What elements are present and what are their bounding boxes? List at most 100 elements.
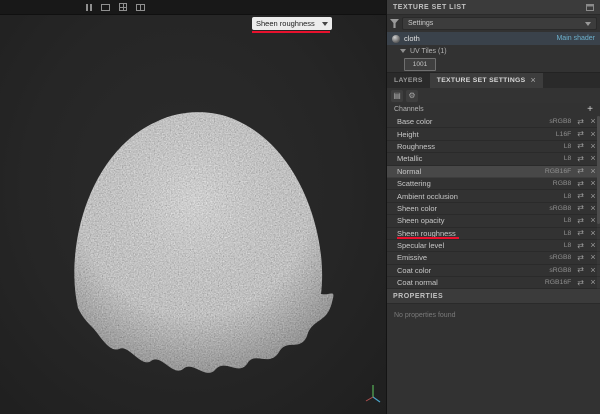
uv-tile-row: 1001 bbox=[387, 57, 600, 72]
channel-convert-icon[interactable]: ⇄ bbox=[577, 118, 584, 126]
cloth-mesh[interactable] bbox=[0, 0, 386, 414]
panel-menu-icon[interactable] bbox=[586, 4, 594, 11]
channel-remove-icon[interactable]: × bbox=[589, 266, 597, 275]
channel-row-sheen-color[interactable]: Sheen colorsRGB8 ⇄ × bbox=[387, 203, 600, 215]
channel-name: Sheen roughness bbox=[397, 229, 543, 238]
channel-row-emissive[interactable]: EmissivesRGB8⇄× bbox=[387, 252, 600, 264]
channel-format-dropdown[interactable]: L8 bbox=[543, 193, 571, 200]
channel-format-dropdown[interactable]: RGB16F bbox=[543, 168, 571, 175]
texture-set-list-title: TEXTURE SET LIST bbox=[393, 4, 466, 11]
channel-name: Height bbox=[397, 130, 543, 139]
channel-row-sheen-opacity[interactable]: Sheen opacityL8⇄× bbox=[387, 215, 600, 227]
channel-convert-icon[interactable]: ⇄ bbox=[577, 142, 584, 150]
channel-convert-icon[interactable]: ⇄ bbox=[577, 180, 584, 188]
channel-format-dropdown[interactable]: L8 bbox=[543, 217, 571, 224]
channel-row-coat-normal[interactable]: Coat normalRGB16F⇄× bbox=[387, 277, 600, 289]
channel-remove-icon[interactable]: × bbox=[589, 278, 597, 287]
channel-convert-icon[interactable]: ⇄ bbox=[577, 217, 584, 225]
channel-remove-icon[interactable]: × bbox=[589, 253, 597, 262]
uv-tile-1001[interactable]: 1001 bbox=[404, 58, 436, 71]
channel-format-dropdown[interactable]: L8 bbox=[543, 242, 571, 249]
channel-remove-icon[interactable]: × bbox=[589, 117, 597, 126]
settings-dropdown-value: Settings bbox=[408, 20, 433, 27]
frame-icon[interactable] bbox=[101, 4, 110, 11]
channel-remove-icon[interactable]: × bbox=[589, 229, 597, 238]
channel-remove-icon[interactable]: × bbox=[589, 130, 597, 139]
channel-remove-icon[interactable]: × bbox=[589, 204, 597, 213]
filter-icon[interactable] bbox=[390, 19, 399, 28]
layers-stack-icon[interactable]: ▤ bbox=[391, 90, 403, 102]
channel-convert-icon[interactable]: ⇄ bbox=[577, 279, 584, 287]
tab-label: TEXTURE SET SETTINGS bbox=[437, 77, 526, 84]
channel-format-dropdown[interactable]: RGB8 bbox=[543, 180, 571, 187]
right-panel: TEXTURE SET LIST Settings cloth Main sha… bbox=[386, 0, 600, 414]
shader-icon[interactable]: ⚙ bbox=[406, 90, 418, 102]
channel-convert-icon[interactable]: ⇄ bbox=[577, 229, 584, 237]
channel-name: Sheen color bbox=[397, 204, 543, 213]
channel-format-dropdown[interactable]: RGB16F bbox=[543, 279, 571, 286]
channel-row-scattering[interactable]: ScatteringRGB8⇄× bbox=[387, 178, 600, 190]
channel-convert-icon[interactable]: ⇄ bbox=[577, 242, 584, 250]
channel-format-dropdown[interactable]: L8 bbox=[543, 230, 571, 237]
channel-row-base-color[interactable]: Base colorsRGB8 ⇄ × bbox=[387, 116, 600, 128]
properties-title: PROPERTIES bbox=[393, 293, 443, 300]
add-channel-button[interactable]: + bbox=[587, 105, 593, 115]
channel-format-dropdown[interactable]: L8 bbox=[543, 143, 571, 150]
channel-remove-icon[interactable]: × bbox=[589, 167, 597, 176]
channel-row-height[interactable]: HeightL16F ⇄ × bbox=[387, 128, 600, 140]
pause-icon[interactable] bbox=[86, 4, 92, 11]
grid-icon[interactable] bbox=[119, 3, 127, 11]
channel-format-dropdown[interactable]: sRGB8 bbox=[543, 254, 571, 261]
channel-convert-icon[interactable]: ⇄ bbox=[577, 192, 584, 200]
channel-remove-icon[interactable]: × bbox=[589, 142, 597, 151]
channel-remove-icon[interactable]: × bbox=[589, 154, 597, 163]
axis-gizmo bbox=[362, 382, 384, 406]
channel-name: Specular level bbox=[397, 241, 543, 250]
close-icon[interactable]: × bbox=[530, 76, 536, 85]
channel-row-metallic[interactable]: MetallicL8 ⇄ × bbox=[387, 153, 600, 165]
channel-row-specular-level[interactable]: Specular levelL8 ⇄ × bbox=[387, 240, 600, 252]
channel-format-dropdown[interactable]: sRGB8 bbox=[543, 267, 571, 274]
channel-name: Normal bbox=[397, 167, 543, 176]
channel-row-normal[interactable]: NormalRGB16F ⇄ × bbox=[387, 166, 600, 178]
3d-viewport[interactable]: Sheen roughness bbox=[0, 0, 386, 414]
annotation-underline bbox=[252, 31, 330, 33]
channel-convert-icon[interactable]: ⇄ bbox=[577, 155, 584, 163]
annotation-underline bbox=[397, 237, 459, 239]
channel-remove-icon[interactable]: × bbox=[589, 241, 597, 250]
chevron-down-icon bbox=[585, 22, 591, 26]
tab-texture-set-settings[interactable]: TEXTURE SET SETTINGS × bbox=[430, 73, 543, 88]
channel-row-sheen-roughness[interactable]: Sheen roughnessL8 ⇄ × bbox=[387, 228, 600, 240]
channel-convert-icon[interactable]: ⇄ bbox=[577, 130, 584, 138]
channel-convert-icon[interactable]: ⇄ bbox=[577, 266, 584, 274]
channel-list: Base colorsRGB8⇄×HeightL16F⇄×RoughnessL8… bbox=[387, 116, 600, 289]
settings-dropdown[interactable]: Settings bbox=[402, 17, 597, 30]
viewport-channel-dropdown[interactable]: Sheen roughness bbox=[252, 17, 332, 30]
channel-convert-icon[interactable]: ⇄ bbox=[577, 204, 584, 212]
channel-row-roughness[interactable]: RoughnessL8⇄× bbox=[387, 141, 600, 153]
split-view-icon[interactable] bbox=[136, 4, 145, 11]
viewport-toolbar bbox=[0, 0, 386, 15]
uv-tiles-group[interactable]: UV Tiles (1) bbox=[387, 45, 600, 57]
main-shader-link[interactable]: Main shader bbox=[556, 35, 595, 42]
channel-name: Base color bbox=[397, 117, 543, 126]
channel-remove-icon[interactable]: × bbox=[589, 216, 597, 225]
channel-convert-icon[interactable]: ⇄ bbox=[577, 167, 584, 175]
channel-remove-icon[interactable]: × bbox=[589, 192, 597, 201]
channel-convert-icon[interactable]: ⇄ bbox=[577, 254, 584, 262]
channel-format-dropdown[interactable]: sRGB8 bbox=[543, 205, 571, 212]
tab-layers[interactable]: LAYERS bbox=[387, 73, 430, 88]
texture-set-settings-toolbar: ▤ ⚙ bbox=[387, 88, 600, 103]
channel-name: Metallic bbox=[397, 154, 543, 163]
texture-set-list-header[interactable]: TEXTURE SET LIST bbox=[387, 0, 600, 15]
properties-empty-text: No properties found bbox=[387, 304, 600, 414]
channel-format-dropdown[interactable]: L8 bbox=[543, 155, 571, 162]
texture-set-row-cloth[interactable]: cloth Main shader bbox=[387, 32, 600, 45]
channel-row-ambient-occlusion[interactable]: Ambient occlusionL8⇄× bbox=[387, 190, 600, 202]
channel-row-coat-color[interactable]: Coat colorsRGB8⇄× bbox=[387, 265, 600, 277]
properties-header[interactable]: PROPERTIES bbox=[387, 289, 600, 304]
material-sphere-icon bbox=[392, 35, 400, 43]
channel-format-dropdown[interactable]: sRGB8 bbox=[543, 118, 571, 125]
channel-format-dropdown[interactable]: L16F bbox=[543, 131, 571, 138]
channel-remove-icon[interactable]: × bbox=[589, 179, 597, 188]
